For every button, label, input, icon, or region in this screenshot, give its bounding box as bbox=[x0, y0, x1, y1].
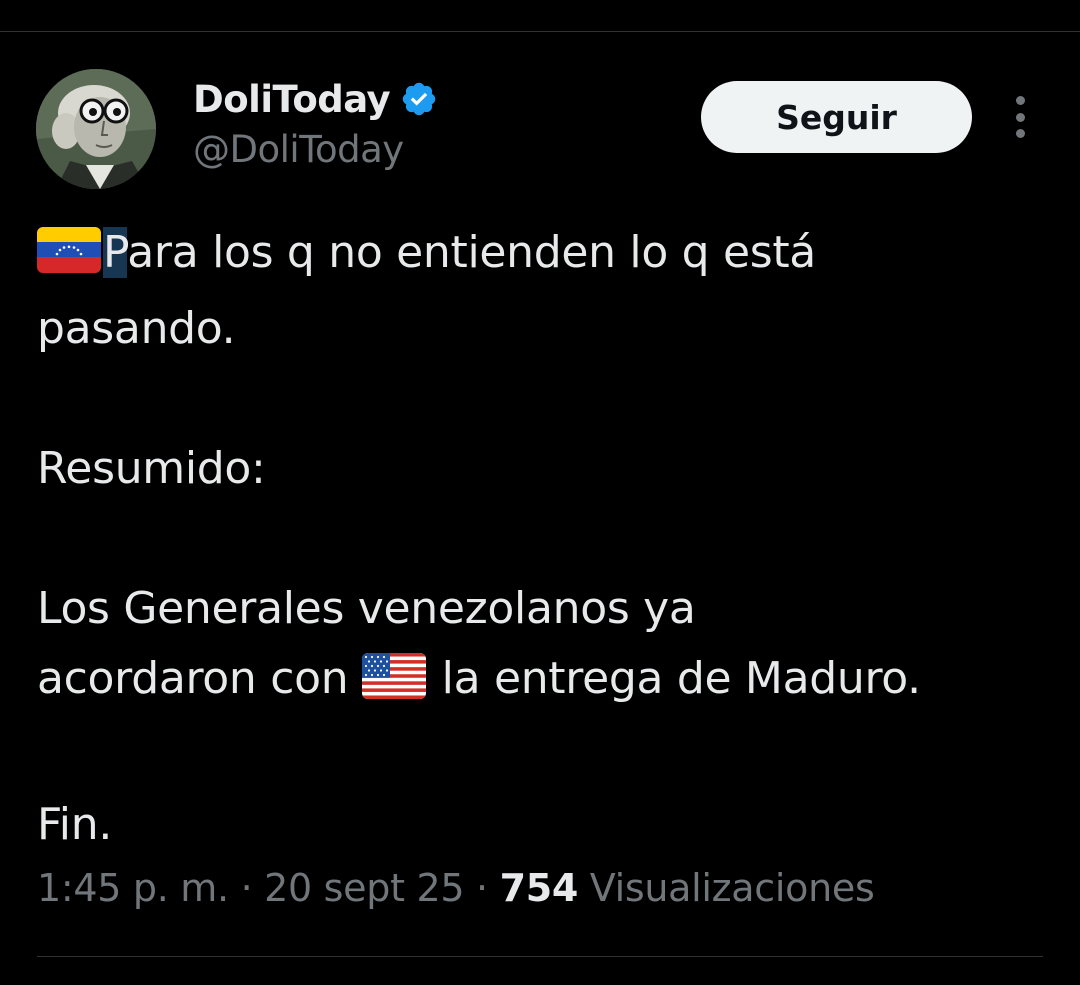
verified-badge-icon[interactable] bbox=[400, 80, 438, 118]
more-options-icon[interactable] bbox=[1002, 94, 1038, 140]
follow-button[interactable]: Seguir bbox=[701, 81, 972, 153]
venezuela-flag-icon bbox=[37, 224, 101, 294]
selected-char: P bbox=[103, 227, 128, 278]
more-dot bbox=[1015, 129, 1025, 138]
tweet-time[interactable]: 1:45 p. m. bbox=[37, 866, 229, 910]
bottom-divider bbox=[37, 956, 1043, 957]
avatar-image bbox=[36, 69, 156, 189]
usa-flag-icon bbox=[361, 650, 426, 720]
tweet-line: Los Generales venezolanos ya bbox=[37, 583, 696, 634]
author-handle[interactable]: @DoliToday bbox=[193, 128, 404, 171]
tweet-line5-after: la entrega de Maduro. bbox=[427, 653, 921, 704]
views-count[interactable]: 754 bbox=[500, 866, 579, 910]
avatar[interactable] bbox=[36, 69, 156, 189]
tweet-line1-text: ara los q no entienden lo q está bbox=[127, 227, 816, 278]
more-dot bbox=[1015, 112, 1025, 122]
author-name-row[interactable]: DoliToday bbox=[193, 74, 438, 124]
tweet-line: pasando. bbox=[37, 303, 236, 354]
tweet-meta: 1:45 p. m. · 20 sept 25 · 754 Visualizac… bbox=[37, 866, 875, 910]
views-label[interactable]: Visualizaciones bbox=[578, 866, 875, 910]
tweet-line5-before: acordaron con bbox=[37, 653, 362, 704]
tweet-line: Resumido: bbox=[37, 443, 266, 494]
meta-separator: · bbox=[464, 866, 500, 910]
top-divider bbox=[0, 31, 1080, 32]
tweet-date[interactable]: 20 sept 25 bbox=[264, 866, 464, 910]
author-display-name[interactable]: DoliToday bbox=[193, 78, 391, 121]
tweet-line: acordaron con la entrega de Maduro. bbox=[37, 644, 1047, 720]
tweet-line: Para los q no entienden lo q está bbox=[37, 218, 1047, 294]
meta-separator: · bbox=[228, 866, 265, 910]
tweet-text: Para los q no entienden lo q está pasand… bbox=[37, 218, 1047, 860]
tweet-line: Fin. bbox=[37, 799, 113, 850]
more-dot bbox=[1015, 96, 1025, 105]
